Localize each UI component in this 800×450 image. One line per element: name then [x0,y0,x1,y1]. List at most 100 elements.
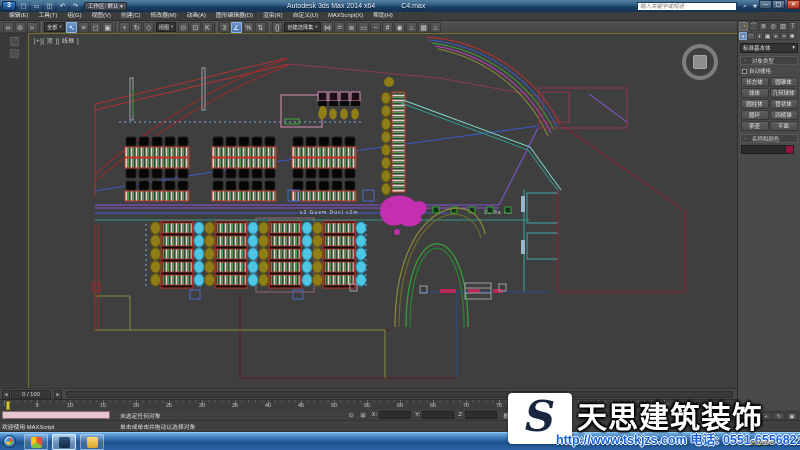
cat-shapes[interactable]: ◠ [747,32,755,40]
viewport-layout-arrow-icon[interactable] [10,49,19,58]
next-frame-button[interactable]: ► [54,390,62,399]
zoom-icon[interactable]: ⊕ [721,412,733,420]
menu-item[interactable]: 渲染(R) [258,12,288,21]
select-and-link-icon[interactable]: ∞ [3,22,14,33]
menu-item[interactable]: 帮助(H) [368,12,398,21]
menu-item[interactable]: 创建(C) [116,12,146,21]
cat-spacewarps[interactable]: ≈ [780,32,788,40]
object-type-button[interactable]: 圆柱体 [741,99,769,109]
render-setup-icon[interactable]: ♨ [406,22,417,33]
time-cursor[interactable] [6,401,10,410]
window-crossing-icon[interactable]: ▣ [102,22,113,33]
object-color-swatch[interactable] [785,145,794,154]
object-type-button[interactable]: 平面 [770,121,798,131]
menu-item[interactable]: 修改器(M) [145,12,181,21]
minimize-button[interactable]: — [759,0,772,9]
menu-item[interactable]: 视图(V) [87,12,116,21]
maxscript-macro-recorder[interactable] [2,411,110,419]
prev-frame-button[interactable]: ◄ [2,390,10,399]
select-object-icon[interactable]: ↖ [66,22,77,33]
app-menu-button[interactable]: 3 [2,1,16,11]
select-manipulate-icon[interactable]: ⊡ [190,22,201,33]
cat-geometry[interactable]: ● [739,32,747,40]
selection-lock-icon[interactable]: ⊠ [359,411,368,419]
schematic-view-icon[interactable]: # [382,22,393,33]
reference-coord-dropdown[interactable]: 视图▾ [156,22,177,32]
ribbon-toggle-icon[interactable]: ▭ [358,22,369,33]
menu-item[interactable]: MAXScript(X) [323,12,368,21]
rollout-object-type[interactable]: -对象类型 [740,56,798,65]
keyboard-override-icon[interactable]: K [202,22,213,33]
save-file-icon[interactable]: ◫ [44,2,55,11]
tab-hierarchy[interactable]: ≣ [759,22,768,31]
object-type-button[interactable]: 管状体 [770,99,798,109]
zoom-extents-icon[interactable]: ⊡ [747,412,759,420]
cat-systems[interactable]: ✱ [788,32,796,40]
workspace-dropdown[interactable]: 工作区: 默认 ▾ [84,2,127,11]
track-bar[interactable]: 5101520253035404550556065707580859095100 [0,399,737,410]
tab-utilities[interactable]: T [788,22,797,31]
frame-display[interactable]: 0 / 100 [11,390,51,399]
maximize-viewport-icon[interactable]: ▣ [786,412,798,420]
menu-item[interactable]: 工具(T) [33,12,62,21]
viewcube[interactable] [682,44,718,80]
object-type-button[interactable]: 几何球体 [770,88,798,98]
time-slider-track[interactable] [66,391,733,398]
render-production-icon[interactable]: ♨ [430,22,441,33]
curve-editor-icon[interactable]: ~ [370,22,381,33]
menu-item[interactable]: 编辑(E) [4,12,33,21]
selection-filter-dropdown[interactable]: 全部▾ [44,22,65,32]
object-type-button[interactable]: 长方体 [741,77,769,87]
unlink-selection-icon[interactable]: ⊘ [15,22,26,33]
taskbar-app-folder[interactable] [80,434,104,450]
zoom-all-icon[interactable]: ⊞ [734,412,746,420]
y-coordinate-field[interactable] [422,411,454,419]
maximize-button[interactable]: ▢ [772,0,785,9]
cat-cameras[interactable]: ▣ [764,32,772,40]
menu-item[interactable]: 组(G) [62,12,86,21]
primitive-type-dropdown[interactable]: 标准基本体▾ [740,43,798,53]
spinner-snap-icon[interactable]: ⇅ [255,22,266,33]
object-name-field[interactable] [741,145,785,154]
angle-snap-icon[interactable]: ∠ [231,22,242,33]
menu-item[interactable]: 图形编辑器(D) [211,12,258,21]
align-icon[interactable]: ≐ [334,22,345,33]
object-type-button[interactable]: 茶壶 [741,121,769,131]
x-coordinate-field[interactable] [379,411,411,419]
object-type-button[interactable]: 球体 [741,88,769,98]
tab-motion[interactable]: ◎ [769,22,778,31]
new-file-icon[interactable]: ▢ [18,2,29,11]
bind-to-spacewarp-icon[interactable]: ≈ [27,22,38,33]
rendered-frame-icon[interactable]: ▦ [418,22,429,33]
floorplan-drawing[interactable]: s2 Guem Ducl c2m 2a 8a 4M [29,34,737,388]
object-type-button[interactable]: 四棱锥 [770,110,798,120]
open-file-icon[interactable]: ▭ [31,2,42,11]
viewport[interactable]: s2 Guem Ducl c2m 2a 8a 4M [29,34,737,388]
rollout-name-color[interactable]: -名称和颜色 [740,134,798,143]
tab-create[interactable]: ◔ [739,22,748,31]
tab-modify[interactable]: ⌒ [749,22,758,31]
object-type-button[interactable]: 圆锥体 [770,77,798,87]
cat-helpers[interactable]: ⌖ [772,32,780,40]
object-type-button[interactable]: 圆环 [741,110,769,120]
search-icon[interactable]: ⌕ [740,2,750,11]
mirror-icon[interactable]: ⋈ [322,22,333,33]
maxscript-listener[interactable]: 欢迎使用 MAXScript [2,422,110,431]
select-move-icon[interactable]: + [119,22,130,33]
layer-manager-icon[interactable]: ≣ [346,22,357,33]
close-button[interactable]: ✕ [787,0,800,9]
autogrid-checkbox[interactable]: 自动栅格 [742,67,796,75]
menu-item[interactable]: 动画(A) [182,12,211,21]
select-by-name-icon[interactable]: ≡ [78,22,89,33]
pan-icon[interactable]: + [760,412,772,420]
tab-display[interactable]: ▥ [779,22,788,31]
use-pivot-center-icon[interactable]: ⊙ [178,22,189,33]
percent-snap-icon[interactable]: % [243,22,254,33]
viewport-label[interactable]: [+][ 顶 ][ 线框 ] [34,36,79,45]
orbit-icon[interactable]: ↻ [773,412,785,420]
menu-item[interactable]: 自定义(U) [288,12,323,21]
cat-lights[interactable]: ◖ [756,32,764,40]
taskbar-app-3dsmax[interactable] [52,434,76,450]
material-editor-icon[interactable]: ◉ [394,22,405,33]
select-rotate-icon[interactable]: ↻ [131,22,142,33]
